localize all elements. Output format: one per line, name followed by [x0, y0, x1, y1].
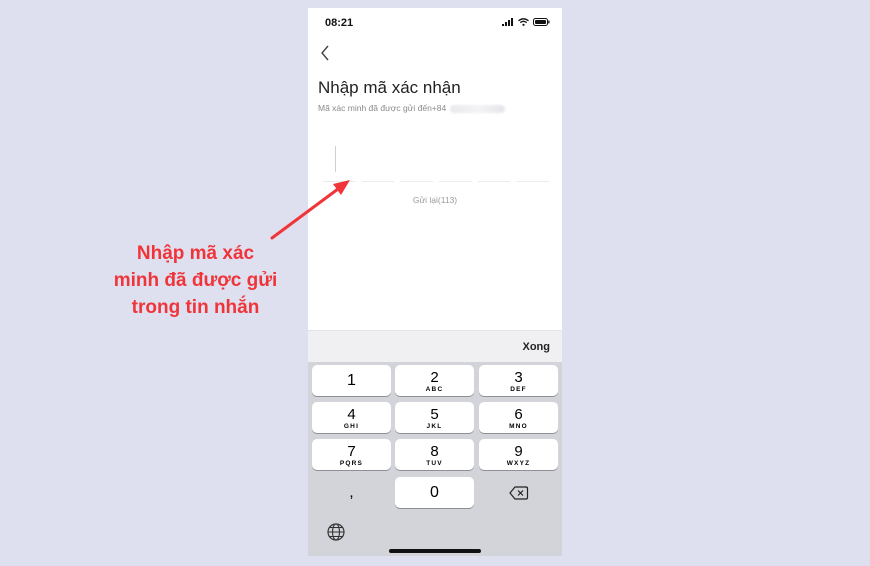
- annotation-callout: Nhập mã xác minh đã được gửi trong tin n…: [98, 240, 293, 321]
- annotation-line: minh đã được gửi: [113, 270, 278, 291]
- annotation-line: Nhập mã xác: [136, 243, 255, 264]
- annotation-line: trong tin nhắn: [131, 297, 260, 318]
